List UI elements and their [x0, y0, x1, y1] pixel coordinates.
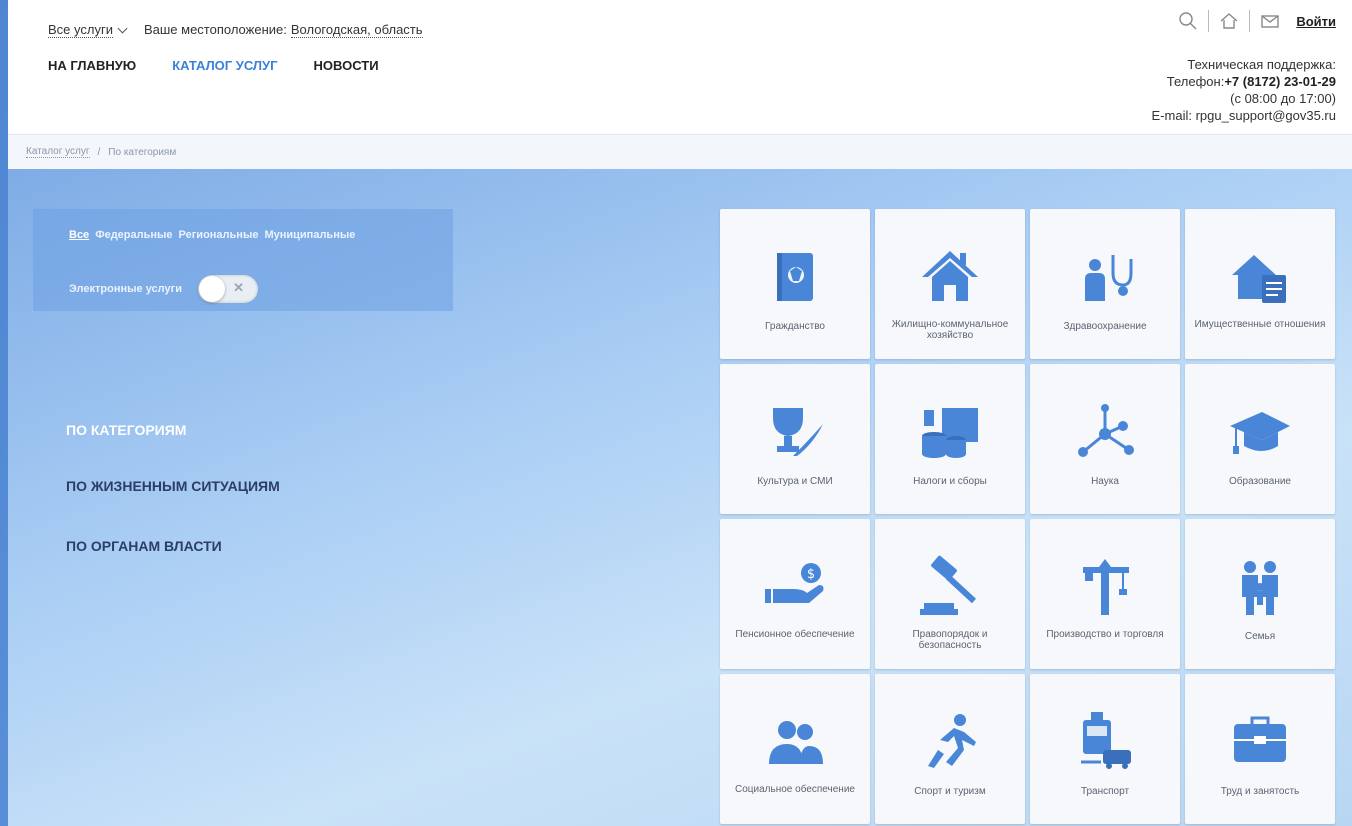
filter-tab-federal[interactable]: Федеральные [95, 229, 172, 241]
category-label: Налоги и сборы [913, 476, 987, 487]
breadcrumb-separator: / [97, 146, 101, 158]
phone-label: Телефон: [1166, 74, 1225, 89]
home-icon[interactable] [1219, 11, 1239, 31]
category-tile[interactable]: Спорт и туризм [875, 674, 1025, 824]
filter-tab-all[interactable]: Все [69, 229, 89, 241]
category-tile[interactable]: Социальное обеспечение [720, 674, 870, 824]
category-grid: Гражданство Жилищно-коммунальное хозяйст… [720, 209, 1340, 826]
filter-tab-regional[interactable]: Региональные [179, 229, 259, 241]
graduation-cap-icon [1230, 412, 1290, 454]
view-by-authority[interactable]: ПО ОРГАНАМ ВЛАСТИ [66, 538, 222, 554]
category-tile[interactable]: Транспорт [1030, 674, 1180, 824]
site-header: Все услуги Ваше местоположение: Вологодс… [8, 0, 1352, 135]
email-label: E-mail: [1151, 108, 1192, 123]
property-icon [1232, 255, 1286, 303]
category-label: Культура и СМИ [757, 476, 833, 487]
filter-tab-municipal[interactable]: Муниципальные [264, 229, 355, 241]
location-label: Ваше местоположение: [143, 22, 287, 37]
category-label: Социальное обеспечение [735, 784, 855, 795]
location: Ваше местоположение: Вологодская, област… [144, 22, 423, 38]
category-tile[interactable]: Правопорядок и безопасность [875, 519, 1025, 669]
support-phone-line: Телефон:+7 (8172) 23-01-29 [1152, 73, 1336, 90]
category-label: Образование [1229, 476, 1291, 487]
filter-panel: Все Федеральные Региональные Муниципальн… [33, 209, 453, 311]
coins-icon [922, 408, 978, 458]
breadcrumb-catalog[interactable]: Каталог услуг [26, 146, 90, 158]
category-tile[interactable]: Труд и занятость [1185, 674, 1335, 824]
mail-icon[interactable] [1260, 11, 1280, 31]
filter-tabs: Все Федеральные Региональные Муниципальн… [69, 229, 355, 241]
view-by-category[interactable]: ПО КАТЕГОРИЯМ [66, 422, 186, 438]
category-label: Труд и занятость [1220, 786, 1300, 797]
briefcase-icon [1234, 716, 1286, 762]
passport-icon [777, 253, 813, 301]
support-email[interactable]: rpgu_support@gov35.ru [1196, 108, 1336, 123]
nav-catalog[interactable]: КАТАЛОГ УСЛУГ [172, 58, 277, 73]
support-title: Техническая поддержка: [1187, 57, 1336, 72]
page-frame: Все услуги Ваше местоположение: Вологодс… [8, 0, 1352, 826]
runner-icon [928, 714, 976, 768]
category-tile[interactable]: Гражданство [720, 209, 870, 359]
header-topline: Все услуги Ваше местоположение: Вологодс… [48, 22, 423, 38]
category-label: Правопорядок и безопасность [912, 629, 988, 651]
main-nav: НА ГЛАВНУЮ КАТАЛОГ УСЛУГ НОВОСТИ [48, 58, 379, 73]
services-dropdown-label: Все услуги [48, 22, 113, 38]
category-tile[interactable]: Жилищно-коммунальное хозяйство [875, 209, 1025, 359]
divider [1249, 10, 1251, 32]
breadcrumb-current: По категориям [108, 146, 177, 158]
trophy-quill-icon [773, 408, 823, 456]
crane-icon [1083, 559, 1129, 615]
category-tile[interactable]: Производство и торговля [1030, 519, 1180, 669]
transport-icon [1081, 712, 1131, 769]
location-value[interactable]: Вологодская, область [290, 22, 423, 38]
category-label: Жилищно-коммунальное хозяйство [891, 319, 1009, 341]
category-label: Семья [1244, 631, 1276, 642]
nav-home[interactable]: НА ГЛАВНУЮ [48, 58, 136, 73]
support-email-line: E-mail: rpgu_support@gov35.ru [1152, 107, 1336, 124]
support-info: Техническая поддержка: Телефон:+7 (8172)… [1152, 56, 1336, 124]
nav-news[interactable]: НОВОСТИ [314, 58, 379, 73]
category-label: Производство и торговля [1046, 629, 1164, 640]
category-label: Наука [1091, 476, 1119, 487]
category-tile[interactable]: Образование [1185, 364, 1335, 514]
eservices-toggle[interactable]: ✕ [197, 275, 258, 303]
eservices-label: Электронные услуги [69, 283, 182, 295]
services-dropdown[interactable]: Все услуги [48, 22, 128, 38]
svg-text:$: $ [807, 567, 815, 582]
divider [1208, 10, 1210, 32]
support-hours: (с 08:00 до 17:00) [1230, 91, 1336, 106]
category-tile[interactable]: Семья [1185, 519, 1335, 669]
people-icon [769, 721, 823, 764]
gavel-icon [920, 555, 977, 615]
view-by-life-situation[interactable]: ПО ЖИЗНЕННЫМ СИТУАЦИЯМ [66, 478, 280, 494]
toggle-knob [198, 276, 225, 302]
header-actions: Войти [1178, 10, 1336, 32]
category-label: Транспорт [1080, 786, 1130, 797]
category-tile[interactable]: Культура и СМИ [720, 364, 870, 514]
category-tile[interactable]: Имущественные отношения [1185, 209, 1335, 359]
house-icon [922, 251, 978, 301]
login-link[interactable]: Войти [1296, 14, 1336, 29]
family-icon [1242, 561, 1278, 615]
search-icon[interactable] [1178, 11, 1198, 31]
molecule-icon [1078, 404, 1134, 457]
support-phone: +7 (8172) 23-01-29 [1224, 74, 1336, 89]
category-tile[interactable]: Здравоохранение [1030, 209, 1180, 359]
category-label: Пенсионное обеспечение [735, 629, 855, 640]
category-label: Спорт и туризм [914, 786, 986, 797]
category-label: Гражданство [765, 321, 825, 332]
category-tile[interactable]: Налоги и сборы [875, 364, 1025, 514]
chevron-down-icon [117, 23, 128, 33]
hand-coin-icon: $ [765, 563, 824, 603]
category-tile[interactable]: $ Пенсионное обеспечение [720, 519, 870, 669]
close-icon: ✕ [233, 280, 244, 295]
breadcrumb: Каталог услуг / По категориям [8, 135, 1352, 169]
category-label: Имущественные отношения [1194, 319, 1326, 330]
category-label: Здравоохранение [1063, 321, 1147, 332]
stethoscope-icon [1085, 255, 1133, 301]
category-tile[interactable]: Наука [1030, 364, 1180, 514]
eservices-row: Электронные услуги ✕ [69, 275, 258, 303]
